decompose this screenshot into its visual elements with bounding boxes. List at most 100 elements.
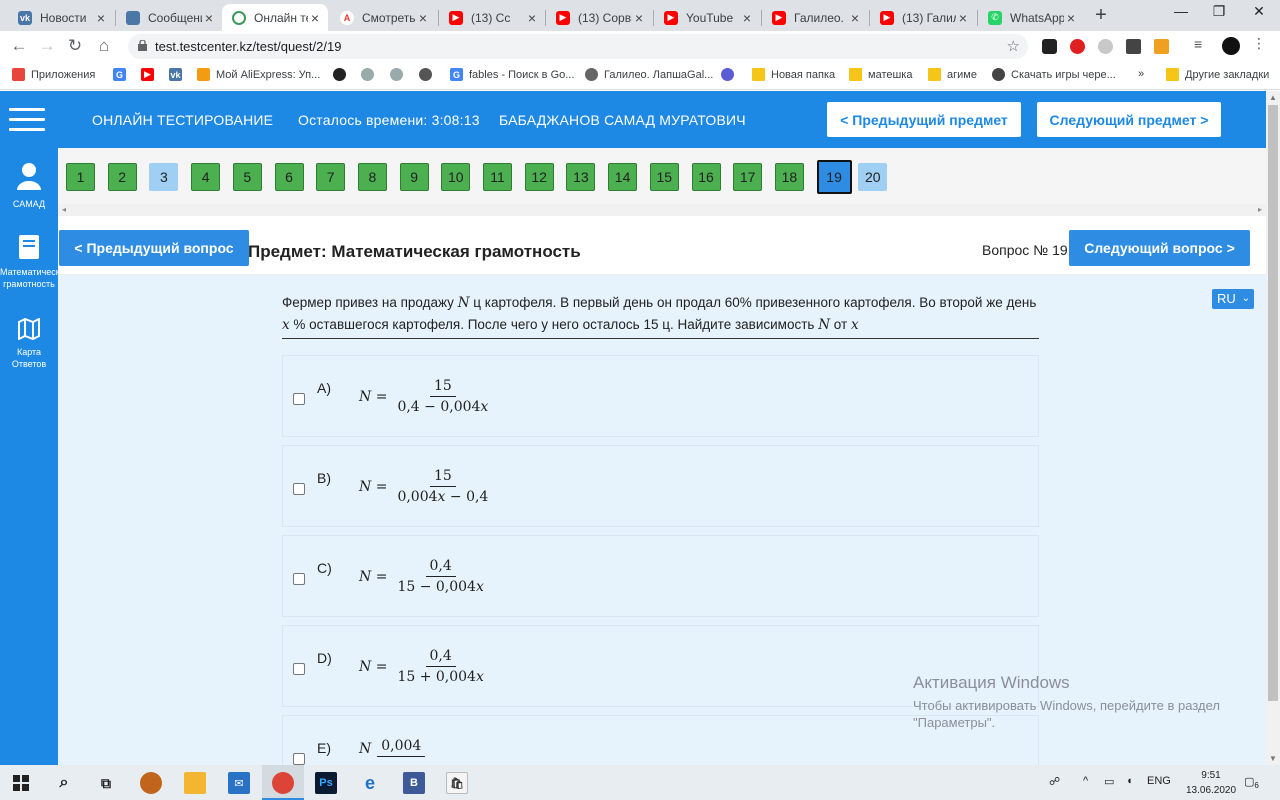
- forward-icon[interactable]: →: [36, 35, 58, 57]
- back-icon[interactable]: ←: [8, 35, 30, 57]
- question-number-button[interactable]: 4: [191, 163, 221, 191]
- question-number-button[interactable]: 13: [566, 163, 596, 191]
- tab-item[interactable]: ▶ (13) Галил ×: [870, 4, 976, 31]
- tab-close-icon[interactable]: ×: [1064, 10, 1078, 26]
- tab-item[interactable]: ▶ Галилео. Э×: [762, 4, 868, 31]
- bookmark-aliexpress[interactable]: Мой AliExpress: Уп...: [197, 68, 320, 81]
- question-number-button[interactable]: 16: [691, 163, 721, 191]
- bookmark-item[interactable]: [361, 68, 380, 81]
- question-number-button[interactable]: 12: [524, 163, 554, 191]
- horizontal-scrollbar[interactable]: ◂ ▸: [58, 204, 1266, 216]
- answer-checkbox[interactable]: [293, 753, 305, 765]
- question-number-button[interactable]: 14: [608, 163, 638, 191]
- opera-icon[interactable]: [1070, 39, 1085, 54]
- question-number-button[interactable]: 10: [441, 163, 471, 191]
- close-window-button[interactable]: ✕: [1244, 3, 1274, 25]
- bookmark-item[interactable]: [419, 68, 438, 81]
- sidebar-item-user[interactable]: САМАД: [0, 162, 58, 210]
- answer-option[interactable]: A) N = 15 0,4 − 0,004x: [282, 355, 1039, 437]
- mail-icon[interactable]: ✉: [228, 772, 250, 794]
- answer-checkbox[interactable]: [293, 483, 305, 495]
- photoshop-icon[interactable]: Ps: [315, 772, 337, 794]
- language-select[interactable]: RU ⌄: [1212, 289, 1254, 309]
- answer-checkbox[interactable]: [293, 663, 305, 675]
- vk-app-icon[interactable]: B: [403, 772, 425, 794]
- answer-checkbox[interactable]: [293, 573, 305, 585]
- clock[interactable]: 9:51 13.06.2020: [1186, 768, 1236, 798]
- tab-close-icon[interactable]: ×: [740, 10, 754, 26]
- minimize-button[interactable]: —: [1166, 3, 1196, 25]
- bookmark-star-icon[interactable]: ☆: [1007, 37, 1020, 55]
- question-number-button[interactable]: 9: [399, 163, 429, 191]
- tab-close-icon[interactable]: ×: [632, 10, 646, 26]
- tab-item[interactable]: vk Новости ×: [8, 4, 114, 31]
- bookmark-apps[interactable]: Приложения: [12, 68, 95, 81]
- question-number-button[interactable]: 7: [316, 163, 346, 191]
- cube-icon[interactable]: [1126, 39, 1141, 54]
- restore-button[interactable]: ❐: [1204, 3, 1234, 25]
- edge-icon[interactable]: e: [359, 772, 381, 794]
- network-icon[interactable]: ▭: [1104, 775, 1114, 788]
- answer-option[interactable]: B) N = 15 0,004x − 0,4: [282, 445, 1039, 527]
- store-icon[interactable]: 🛍: [446, 772, 468, 794]
- tab-item[interactable]: ▶ (13) Сорви ×: [546, 4, 652, 31]
- tab-item[interactable]: Онлайн те ×: [222, 4, 328, 31]
- question-number-button[interactable]: 19: [816, 160, 852, 194]
- bookmark-games[interactable]: Скачать игры чере...: [992, 68, 1116, 81]
- chrome-icon[interactable]: [272, 772, 294, 794]
- search-icon[interactable]: ⌕: [53, 772, 75, 794]
- chevron-up-icon[interactable]: ^: [1083, 775, 1088, 787]
- question-number-button[interactable]: 3: [149, 163, 179, 191]
- tab-item[interactable]: ✆ WhatsApp ×: [978, 4, 1084, 31]
- question-number-button[interactable]: 20: [858, 163, 888, 191]
- address-bar[interactable]: test.testcenter.kz/test/quest/2/19 ☆: [128, 34, 1028, 59]
- bookmark-folder-new[interactable]: Новая папка: [752, 68, 835, 81]
- extension-icon[interactable]: [1154, 39, 1169, 54]
- tab-close-icon[interactable]: ×: [94, 10, 108, 26]
- new-tab-button[interactable]: +: [1090, 5, 1112, 27]
- tab-close-icon[interactable]: ×: [525, 10, 539, 26]
- windows-start-icon[interactable]: [13, 775, 29, 791]
- bookmark-vk[interactable]: vk: [169, 68, 188, 81]
- globe-icon[interactable]: [1098, 39, 1113, 54]
- bookmark-folder-other[interactable]: Другие закладки: [1166, 68, 1269, 81]
- tab-close-icon[interactable]: ×: [202, 10, 216, 26]
- volume-icon[interactable]: ◖: [1126, 775, 1133, 787]
- tab-item[interactable]: Сообщени ×: [116, 4, 222, 31]
- home-icon[interactable]: ⌂: [93, 35, 115, 57]
- question-number-button[interactable]: 2: [107, 163, 137, 191]
- bookmark-galileo[interactable]: Галилео. ЛапшаGal...: [585, 68, 713, 81]
- hamburger-menu-icon[interactable]: [9, 108, 45, 132]
- question-number-button[interactable]: 18: [774, 163, 804, 191]
- question-number-button[interactable]: 6: [274, 163, 304, 191]
- notifications-icon[interactable]: ▢6: [1244, 775, 1259, 790]
- question-number-button[interactable]: 1: [66, 163, 95, 191]
- answer-checkbox[interactable]: [293, 393, 305, 405]
- sidebar-item-answer-map[interactable]: Карта Ответов: [0, 318, 58, 370]
- tab-item[interactable]: ▶ (13) Сс ×: [439, 4, 545, 31]
- task-view-icon[interactable]: ⧉: [95, 772, 117, 794]
- vertical-scrollbar[interactable]: ▲ ▼: [1266, 91, 1280, 765]
- bookmark-item[interactable]: [333, 68, 352, 81]
- bookmark-google[interactable]: G: [113, 68, 132, 81]
- reading-list-icon[interactable]: ≡: [1194, 36, 1209, 52]
- bookmark-item[interactable]: [721, 68, 740, 81]
- prev-subject-button[interactable]: < Предыдущий предмет: [827, 102, 1021, 137]
- question-number-button[interactable]: 5: [232, 163, 262, 191]
- bookmarks-overflow[interactable]: »: [1138, 68, 1144, 80]
- extension-icon[interactable]: [1042, 39, 1057, 54]
- tab-item[interactable]: ▶ YouTube ×: [654, 4, 760, 31]
- next-question-button[interactable]: Следующий вопрос >: [1069, 230, 1250, 266]
- file-explorer-icon[interactable]: [184, 772, 206, 794]
- menu-icon[interactable]: ⋮: [1252, 35, 1267, 51]
- sidebar-item-subject[interactable]: Математическ грамотность: [0, 234, 60, 290]
- tab-item[interactable]: A Смотреть ×: [330, 4, 436, 31]
- tab-close-icon[interactable]: ×: [848, 10, 862, 26]
- bookmark-youtube[interactable]: ▶: [141, 68, 160, 81]
- question-number-button[interactable]: 8: [357, 163, 387, 191]
- tab-close-icon[interactable]: ×: [416, 10, 430, 26]
- bookmark-fables[interactable]: Gfables - Поиск в Go...: [450, 68, 574, 81]
- game-icon[interactable]: [140, 772, 162, 794]
- people-icon[interactable]: ☍: [1049, 775, 1060, 788]
- avatar[interactable]: [1222, 37, 1240, 55]
